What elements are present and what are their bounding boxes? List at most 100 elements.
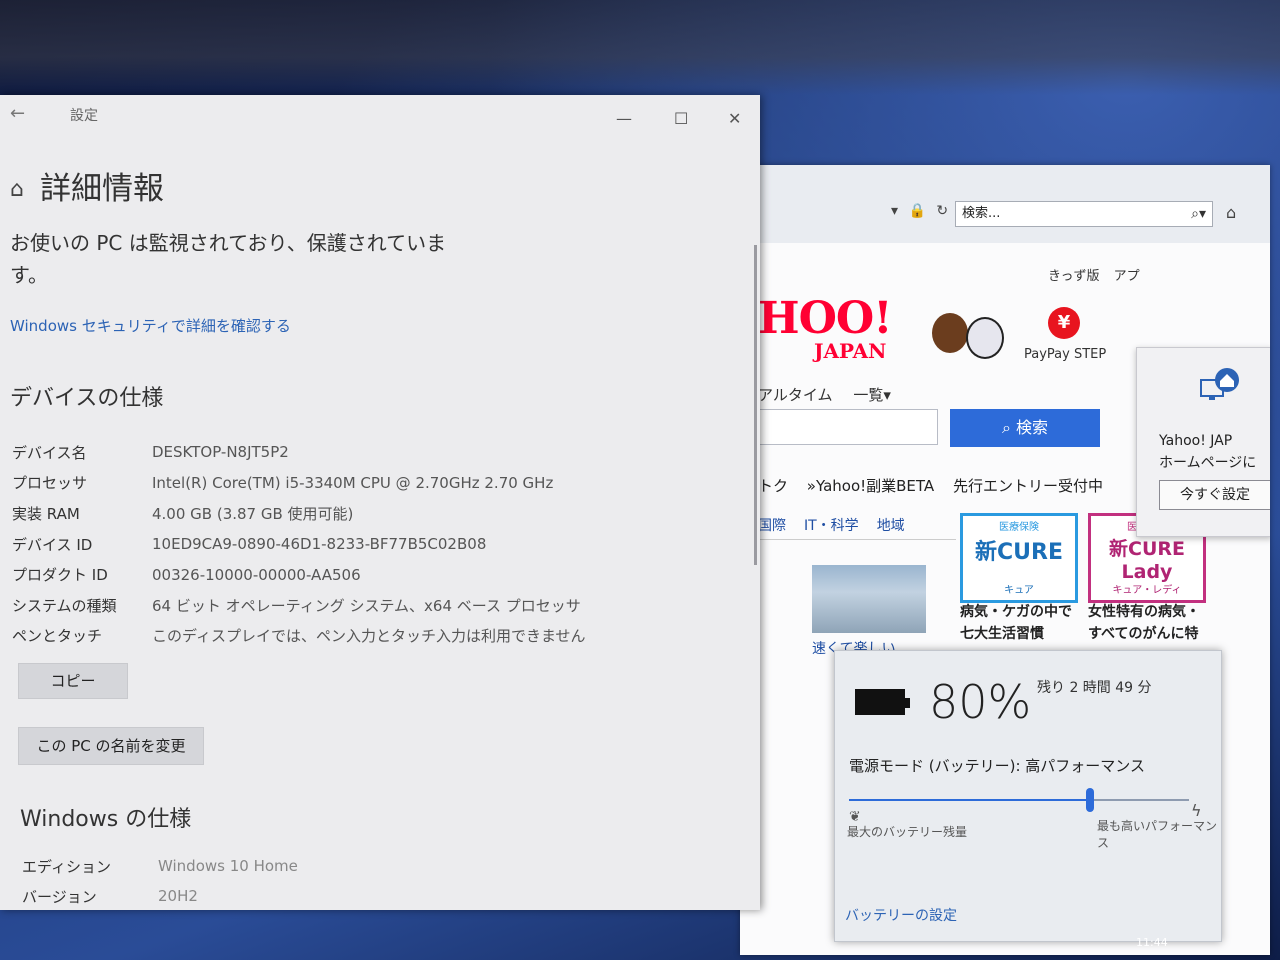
bear-mascot-icon xyxy=(932,313,968,353)
back-arrow-icon[interactable]: ← xyxy=(10,103,25,124)
news-link[interactable]: 先行エントリー受付中 xyxy=(953,477,1103,495)
category-tabs: 国際 IT・科学 地域 xyxy=(758,511,956,540)
scrollbar[interactable] xyxy=(754,245,757,565)
ad-card-cure[interactable]: 医療保険 新CURE キュア xyxy=(960,513,1078,603)
search-nav-row: アルタイム 一覧▾ xyxy=(758,384,891,405)
spec-key: プロダクト ID xyxy=(12,566,108,585)
top-links: きっず版 アプ xyxy=(1048,265,1140,284)
page-title-text: 詳細情報 xyxy=(39,171,164,207)
search-icon[interactable]: ⌕▾ xyxy=(1191,202,1206,226)
browser-toolbar: ▾ 🔒 ↻ 検索... ⌕▾ ⌂ xyxy=(740,165,1270,244)
tab-it-science[interactable]: IT・科学 xyxy=(804,515,859,535)
screen-bezel xyxy=(0,0,1280,95)
spec-row: ペンとタッチ このディスプレイでは、ペン入力とタッチ入力は利用できません xyxy=(12,621,586,652)
spec-row: 実装 RAM 4.00 GB (3.87 GB 使用可能) xyxy=(12,498,586,529)
spec-row: プロダクト ID 00326-10000-00000-AA506 xyxy=(12,559,586,590)
tab-international[interactable]: 国際 xyxy=(758,515,786,535)
news-links: トク »Yahoo!副業BETA 先行エントリー受付中 xyxy=(758,475,1103,496)
ad-text[interactable]: 病気・ケガの中で 七大生活習慣 xyxy=(960,601,1078,645)
spec-row: デバイス名 DESKTOP-N8JT5P2 xyxy=(12,437,586,468)
lock-icon: 🔒 xyxy=(908,203,926,219)
search-placeholder: 検索... xyxy=(962,206,1001,221)
battery-remaining: 残り 2 時間 49 分 xyxy=(1037,680,1152,696)
paypay-label[interactable]: PayPay STEP xyxy=(1024,347,1106,362)
device-spec-list: デバイス名 DESKTOP-N8JT5P2 プロセッサ Intel(R) Core(… xyxy=(12,437,586,651)
rename-pc-button[interactable]: この PC の名前を変更 xyxy=(18,727,204,765)
ad-sub: キュア xyxy=(1004,585,1034,596)
battery-icon xyxy=(855,689,910,715)
browser-search-input[interactable]: 検索... ⌕▾ xyxy=(955,201,1213,227)
window-title: 設定 xyxy=(70,108,98,124)
paypay-icon[interactable]: ¥ xyxy=(1048,307,1080,339)
battery-settings-link[interactable]: バッテリーの設定 xyxy=(845,905,957,925)
battery-saver-label: 最大のバッテリー残量 xyxy=(847,825,968,839)
minimize-button[interactable]: — xyxy=(616,109,632,128)
popup-line: Yahoo! JAP xyxy=(1159,433,1233,449)
spec-row: デバイス ID 10ED9CA9-0890-46D1-8233-BF77B5C02… xyxy=(12,529,586,560)
taskbar-clock[interactable]: 11:44 xyxy=(1136,936,1168,949)
spec-value: 20H2 xyxy=(158,887,198,905)
spec-value: 4.00 GB (3.87 GB 使用可能) xyxy=(152,504,354,523)
spec-key: バージョン xyxy=(22,887,97,906)
spec-key: デバイス名 xyxy=(12,443,87,462)
news-link[interactable]: トク xyxy=(758,477,788,495)
homepage-popup: Yahoo! JAP ホームページに 今すぐ設定 xyxy=(1136,347,1270,537)
news-link[interactable]: »Yahoo!副業BETA xyxy=(807,477,934,495)
kids-link[interactable]: きっず版 xyxy=(1048,269,1099,284)
spec-value: Intel(R) Core(TM) i5-3340M CPU @ 2.70GHz… xyxy=(152,473,554,492)
news-photo[interactable] xyxy=(812,565,926,633)
spec-key: システムの種類 xyxy=(12,596,117,615)
refresh-icon[interactable]: ↻ xyxy=(936,203,948,219)
yahoo-logo-sub: JAPAN xyxy=(814,339,887,363)
copy-button[interactable]: コピー xyxy=(18,663,128,699)
list-tab[interactable]: 一覧▾ xyxy=(853,386,891,404)
app-link[interactable]: アプ xyxy=(1114,269,1140,284)
search-button-label: 検索 xyxy=(1016,418,1049,437)
spec-key: プロセッサ xyxy=(12,474,88,493)
spec-value: 64 ビット オペレーティング システム、x64 ベース プロセッサ xyxy=(152,596,581,615)
spec-row: バージョン 20H2 xyxy=(22,881,298,910)
spec-value: 00326-10000-00000-AA506 xyxy=(152,565,361,584)
maximize-button[interactable]: ☐ xyxy=(674,109,688,128)
spec-key: 実装 RAM xyxy=(12,504,80,523)
spec-value: このディスプレイでは、ペン入力とタッチ入力は利用できません xyxy=(152,627,586,646)
windows-spec-title: Windows の仕様 xyxy=(20,807,192,832)
protection-status: お使いの PC は監視されており、保護されています。 xyxy=(10,231,447,287)
yahoo-search-button[interactable]: ⌕ 検索 xyxy=(950,409,1100,447)
home-icon: ⌂ xyxy=(10,177,24,202)
settings-window: ← 設定 — ☐ ✕ ⌂ 詳細情報 お使いの PC は監視されており、保護されてい… xyxy=(0,95,760,910)
power-mode-label: 電源モード (バッテリー): 高パフォーマンス xyxy=(849,757,1145,775)
battery-flyout: 80% 残り 2 時間 49 分 電源モード (バッテリー): 高パフォーマンス… xyxy=(834,650,1222,942)
spec-row: プロセッサ Intel(R) Core(TM) i5-3340M CPU @ 2.… xyxy=(12,468,586,499)
address-bar-controls[interactable]: ▾ 🔒 ↻ xyxy=(885,203,948,219)
home-icon[interactable]: ⌂ xyxy=(1226,203,1236,222)
device-spec-title: デバイスの仕様 xyxy=(10,386,164,411)
security-link[interactable]: Windows セキュリティで詳細を確認する xyxy=(10,315,291,336)
dog-mascot-icon xyxy=(966,317,1004,359)
battery-percent: 80% xyxy=(929,675,1032,729)
yahoo-search-input[interactable] xyxy=(758,409,938,445)
ad-sub: キュア・レディ xyxy=(1112,585,1182,596)
home-pc-icon xyxy=(1199,366,1239,406)
realtime-tab[interactable]: アルタイム xyxy=(758,386,833,404)
ad-text[interactable]: 女性特有の病気・ すべてのがんに特 xyxy=(1088,601,1206,645)
windows-spec-list: エディション Windows 10 Home バージョン 20H2 xyxy=(22,851,298,910)
dropdown-arrow-icon[interactable]: ▾ xyxy=(891,203,898,219)
set-homepage-button[interactable]: 今すぐ設定 xyxy=(1159,480,1270,510)
close-button[interactable]: ✕ xyxy=(728,109,741,128)
mascot-image[interactable] xyxy=(932,305,1006,365)
search-icon: ⌕ xyxy=(1001,418,1017,437)
spec-row: エディション Windows 10 Home xyxy=(22,851,298,881)
ad-tag: 医療保険 xyxy=(999,522,1039,533)
power-mode-slider[interactable] xyxy=(849,788,1189,812)
slider-thumb[interactable] xyxy=(1086,788,1095,812)
spec-value: 10ED9CA9-0890-46D1-8233-BF77B5C02B08 xyxy=(152,535,487,554)
spec-key: エディション xyxy=(22,857,111,876)
slider-fill xyxy=(849,799,1091,801)
yahoo-logo[interactable]: HOO! xyxy=(758,293,893,344)
spec-row: システムの種類 64 ビット オペレーティング システム、x64 ベース プロセッ… xyxy=(12,590,586,621)
tab-region[interactable]: 地域 xyxy=(877,515,905,535)
popup-line: ホームページに xyxy=(1159,455,1257,471)
ad-brand: 新CURE Lady xyxy=(1109,538,1185,583)
titlebar: ← 設定 — ☐ ✕ xyxy=(0,95,760,135)
